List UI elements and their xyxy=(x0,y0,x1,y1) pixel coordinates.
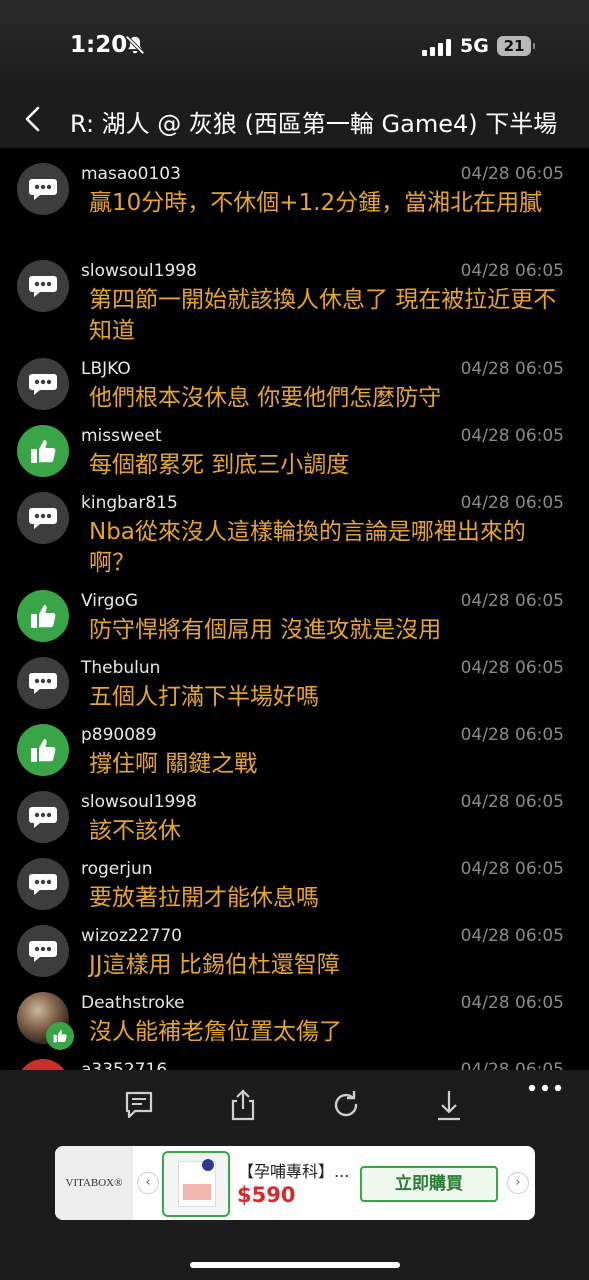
comment-row[interactable]: slowsoul1998 04/28 06:05 第四節一開始就該換人休息了 現在被… xyxy=(0,245,589,344)
comment-timestamp: 04/28 06:05 xyxy=(460,493,564,513)
comment-timestamp: 04/28 06:05 xyxy=(460,359,564,379)
comment-timestamp: 04/28 06:05 xyxy=(460,725,564,745)
comment-timestamp: 04/28 06:05 xyxy=(460,993,564,1013)
comment-username[interactable]: a3352716 xyxy=(81,1060,167,1070)
comment-timestamp: 04/28 06:05 xyxy=(460,261,564,281)
comment-bubble-icon xyxy=(17,260,69,312)
bell-muted-icon xyxy=(125,35,145,55)
comment-username[interactable]: masao0103 xyxy=(81,164,181,184)
ad-brand-logo: VITABOX® xyxy=(55,1146,133,1220)
comment-row[interactable]: a3352716 04/28 06:05 xyxy=(0,1044,589,1070)
nav-bar: R: 湖人 @ 灰狼 (西區第一輪 Game4) 下半場 xyxy=(0,92,589,148)
ad-card[interactable]: VITABOX® ‹ 【孕哺專科】... $590 立即購買 › xyxy=(55,1146,535,1220)
ad-price: $590 xyxy=(237,1183,296,1207)
comment-bubble-icon xyxy=(17,657,69,709)
cellular-signal-icon xyxy=(422,38,451,56)
battery-icon: 21 xyxy=(497,36,535,56)
comment-timestamp: 04/28 06:05 xyxy=(460,792,564,812)
comment-username[interactable]: LBJKO xyxy=(81,359,131,379)
comment-timestamp: 04/28 06:05 xyxy=(460,426,564,446)
comment-username[interactable]: wizoz22770 xyxy=(81,926,182,946)
comment-bubble-icon xyxy=(17,925,69,977)
comment-bubble-icon xyxy=(17,791,69,843)
comment-text: 贏10分時，不休個+1.2分鍾，當湘北在用膩 xyxy=(89,190,543,216)
comment-timestamp: 04/28 06:05 xyxy=(460,591,564,611)
bottom-toolbar xyxy=(0,1070,589,1138)
comment-icon[interactable] xyxy=(122,1088,156,1122)
comment-bubble-icon xyxy=(17,163,69,215)
comment-username[interactable]: slowsoul1998 xyxy=(81,792,197,812)
ad-prev-chevron-icon[interactable]: ‹ xyxy=(137,1172,159,1194)
comment-timestamp: 04/28 06:05 xyxy=(460,926,564,946)
comment-row[interactable]: kingbar815 04/28 06:05 Nba從來沒人這樣輪換的言論是哪裡出來… xyxy=(0,477,589,576)
ad-product-image[interactable] xyxy=(162,1151,230,1217)
comment-username[interactable]: kingbar815 xyxy=(81,493,178,513)
comment-timestamp: 04/28 06:05 xyxy=(460,658,564,678)
comment-username[interactable]: p890089 xyxy=(81,725,157,745)
battery-level: 21 xyxy=(503,37,525,55)
red-icon xyxy=(17,1059,69,1070)
thumbs-up-icon xyxy=(17,724,69,776)
download-icon[interactable] xyxy=(432,1088,466,1122)
comment-row[interactable]: masao0103 04/28 06:05 贏10分時，不休個+1.2分鍾，當湘北在… xyxy=(0,148,589,245)
home-indicator xyxy=(190,1262,400,1268)
page-title: R: 湖人 @ 灰狼 (西區第一輪 Game4) 下半場 xyxy=(70,110,558,138)
status-time: 1:20 xyxy=(70,32,128,58)
comment-list[interactable]: masao0103 04/28 06:05 贏10分時，不休個+1.2分鍾，當湘北在… xyxy=(0,148,589,1070)
comment-bubble-icon xyxy=(17,858,69,910)
comment-timestamp: 04/28 06:05 xyxy=(460,1060,564,1070)
refresh-icon[interactable] xyxy=(329,1088,363,1122)
comment-text: 第四節一開始就該換人休息了 現在被拉近更不知道 xyxy=(89,287,557,344)
comment-timestamp: 04/28 06:05 xyxy=(460,164,564,184)
comment-username[interactable]: slowsoul1998 xyxy=(81,261,197,281)
comment-username[interactable]: Deathstroke xyxy=(81,993,185,1013)
thumbs-up-icon xyxy=(17,590,69,642)
ad-title: 【孕哺專科】... xyxy=(238,1162,350,1181)
comment-bubble-icon xyxy=(17,492,69,544)
thumbs-up-icon xyxy=(17,425,69,477)
ad-buy-button[interactable]: 立即購買 xyxy=(360,1166,498,1202)
comment-bubble-icon xyxy=(17,358,69,410)
comment-text: Nba從來沒人這樣輪換的言論是哪裡出來的啊？ xyxy=(89,519,526,576)
status-bar: 1:20 5G 21 xyxy=(0,0,589,92)
comment-username[interactable]: Thebulun xyxy=(81,658,160,678)
comment-timestamp: 04/28 06:05 xyxy=(460,859,564,879)
more-icon[interactable] xyxy=(527,1082,563,1094)
ad-bar: VITABOX® ‹ 【孕哺專科】... $590 立即購買 › xyxy=(0,1138,589,1280)
comment-username[interactable]: rogerjun xyxy=(81,859,153,879)
share-icon[interactable] xyxy=(226,1088,260,1122)
ad-next-chevron-icon[interactable]: › xyxy=(507,1172,529,1194)
back-chevron-icon[interactable] xyxy=(20,104,48,134)
network-type: 5G xyxy=(460,35,489,57)
comment-username[interactable]: VirgoG xyxy=(81,591,138,611)
comment-username[interactable]: missweet xyxy=(81,426,161,446)
